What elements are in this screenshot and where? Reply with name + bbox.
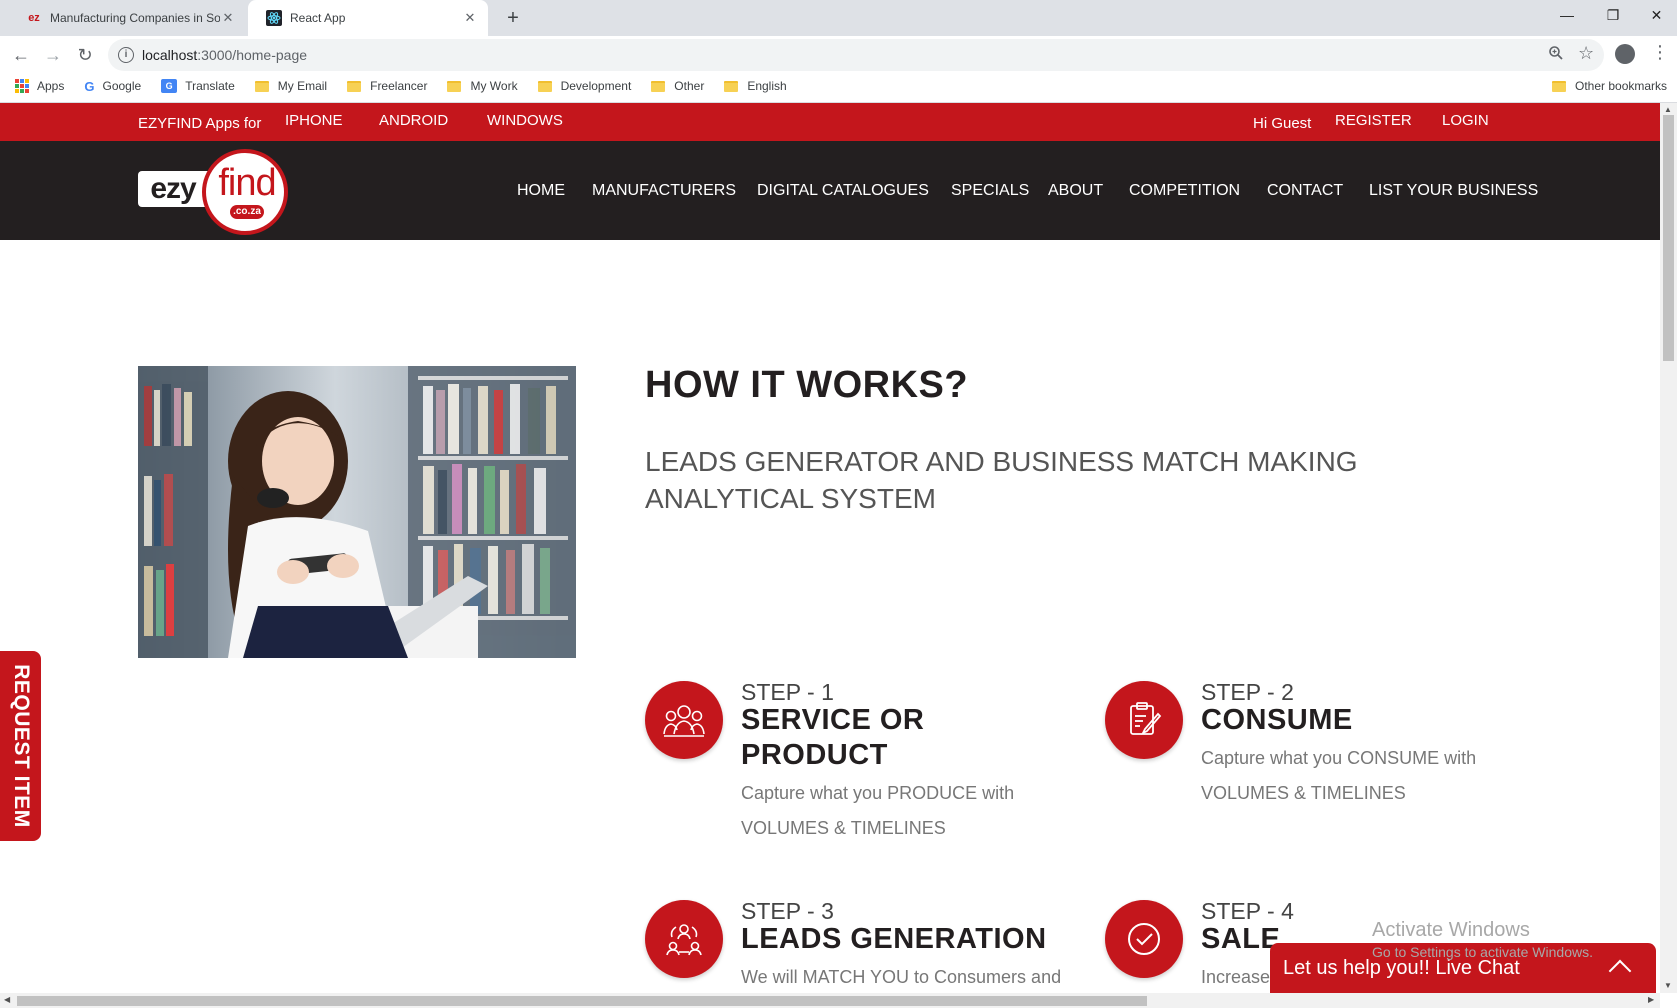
step-title: CONSUME: [1201, 704, 1353, 736]
bookmark-development[interactable]: Development: [537, 79, 631, 93]
browser-tab-manufacturing[interactable]: ez Manufacturing Companies in Sou ✕: [8, 0, 246, 36]
bookmark-my-work[interactable]: My Work: [447, 79, 518, 93]
login-link[interactable]: LOGIN: [1442, 112, 1489, 129]
chevron-up-icon[interactable]: [1608, 959, 1632, 983]
network-people-icon: [645, 900, 723, 978]
site-favicon-icon: ez: [28, 12, 40, 24]
account-avatar-icon[interactable]: [1615, 44, 1635, 64]
horizontal-scrollbar[interactable]: ◀ ▶: [0, 993, 1660, 1008]
nav-home[interactable]: HOME: [517, 182, 565, 200]
forward-arrow-icon[interactable]: →: [38, 40, 68, 70]
step-description: We will MATCH YOU to Consumers and Suppl…: [741, 967, 1062, 987]
bookmark-translate[interactable]: G Translate: [161, 79, 235, 93]
scroll-right-arrow-icon[interactable]: ▶: [1648, 995, 1654, 1004]
scroll-down-arrow-icon[interactable]: ▼: [1664, 981, 1672, 990]
apps-for-label: EZYFIND Apps for: [138, 115, 262, 132]
close-window-button[interactable]: ✕: [1636, 0, 1677, 32]
url-text[interactable]: localhost:3000/home-page: [142, 47, 307, 63]
nav-competition[interactable]: COMPETITION: [1129, 182, 1240, 200]
register-link[interactable]: REGISTER: [1335, 112, 1412, 129]
bookmark-freelancer[interactable]: Freelancer: [347, 79, 427, 93]
react-favicon-icon: [266, 10, 282, 26]
how-it-works-title: HOW IT WORKS?: [645, 364, 969, 406]
step-title: LEADS GENERATION: [741, 923, 1047, 955]
folder-icon: [254, 80, 269, 92]
bookmarks-bar: Apps G Google G Translate My Email Freelan…: [0, 70, 1677, 102]
activate-windows-hint: Go to Settings to activate Windows.: [1372, 944, 1593, 960]
nav-contact[interactable]: CONTACT: [1267, 182, 1343, 200]
ezyfind-logo[interactable]: ezy find .co.za: [138, 149, 294, 235]
request-item-tab[interactable]: REQUEST ITEM: [0, 651, 41, 841]
step-description: Capture what you CONSUME with VOLUMES & …: [1201, 748, 1477, 803]
vertical-scroll-thumb[interactable]: [1663, 115, 1674, 361]
bookmark-google[interactable]: G Google: [84, 79, 141, 94]
logo-ezy-text: ezy: [138, 171, 208, 207]
folder-icon: [651, 80, 666, 92]
folder-icon: [1552, 80, 1566, 92]
windows-link[interactable]: WINDOWS: [487, 112, 563, 129]
step-number: STEP - 2: [1201, 679, 1294, 705]
folder-icon: [537, 80, 552, 92]
minimize-window-button[interactable]: —: [1544, 0, 1590, 32]
how-it-works-section: HOW IT WORKS? LEADS GENERATOR AND BUSINE…: [0, 240, 1660, 993]
back-arrow-icon[interactable]: ←: [6, 40, 36, 70]
main-navbar: ezy find .co.za HOME MANUFACTURERS DIGIT…: [0, 141, 1660, 240]
step-number: STEP - 1: [741, 679, 834, 705]
check-circle-icon: [1105, 900, 1183, 978]
people-group-icon: [645, 681, 723, 759]
activate-windows-title: Activate Windows: [1372, 919, 1530, 941]
iphone-link[interactable]: IPHONE: [285, 112, 343, 129]
bookmark-english[interactable]: English: [724, 79, 787, 93]
close-tab-icon[interactable]: ✕: [462, 10, 478, 26]
restore-window-button[interactable]: ❐: [1590, 0, 1636, 32]
nav-specials[interactable]: SPECIALS: [951, 182, 1029, 200]
how-it-works-subtitle: LEADS GENERATOR AND BUSINESS MATCH MAKIN…: [645, 446, 1358, 514]
browser-toolbar: ← → ↻ i localhost:3000/home-page ☆ ⋮ App…: [0, 36, 1677, 104]
bookmark-apps[interactable]: Apps: [15, 79, 64, 93]
google-icon: G: [84, 78, 95, 94]
logo-coza-text: .co.za: [230, 205, 264, 219]
nav-digital-catalogues[interactable]: DIGITAL CATALOGUES: [757, 182, 929, 200]
site-info-icon[interactable]: i: [118, 47, 134, 63]
edit-document-icon: [1105, 681, 1183, 759]
step-title: SERVICE OR PRODUCT: [741, 704, 925, 771]
bookmark-other[interactable]: Other: [651, 79, 704, 93]
scroll-left-arrow-icon[interactable]: ◀: [4, 995, 10, 1004]
tab-title: React App: [290, 11, 346, 25]
browser-tab-react-app[interactable]: React App ✕: [248, 0, 488, 36]
folder-icon: [347, 80, 362, 92]
reload-icon[interactable]: ↻: [70, 40, 100, 70]
close-tab-icon[interactable]: ✕: [220, 10, 236, 26]
folder-icon: [724, 80, 739, 92]
translate-icon: G: [161, 79, 178, 93]
address-bar[interactable]: i localhost:3000/home-page ☆: [108, 39, 1604, 71]
nav-about[interactable]: ABOUT: [1048, 182, 1103, 200]
browser-tabstrip: ez Manufacturing Companies in Sou ✕ Reac…: [0, 0, 1677, 36]
greeting-text: Hi Guest: [1253, 115, 1312, 132]
scroll-up-arrow-icon[interactable]: ▲: [1664, 105, 1672, 114]
tab-title: Manufacturing Companies in Sou: [50, 11, 220, 25]
nav-list-your-business[interactable]: LIST YOUR BUSINESS: [1369, 182, 1538, 200]
horizontal-scroll-thumb[interactable]: [17, 996, 1147, 1006]
app-topbar: EZYFIND Apps for IPHONE ANDROID WINDOWS …: [0, 103, 1660, 141]
step-number: STEP - 3: [741, 898, 834, 924]
vertical-scrollbar[interactable]: ▲ ▼: [1660, 103, 1677, 993]
bookmark-my-email[interactable]: My Email: [254, 79, 327, 93]
folder-icon: [447, 80, 462, 92]
page-viewport: EZYFIND Apps for IPHONE ANDROID WINDOWS …: [0, 103, 1660, 993]
logo-find-text: find: [218, 162, 276, 204]
bookmark-star-icon[interactable]: ☆: [1578, 43, 1594, 64]
apps-grid-icon: [15, 79, 29, 93]
step-number: STEP - 4: [1201, 898, 1294, 924]
woman-with-phone-image: [138, 366, 576, 658]
new-tab-button[interactable]: +: [500, 5, 526, 31]
step-description: Capture what you PRODUCE with VOLUMES & …: [741, 783, 1015, 838]
request-item-label: REQUEST ITEM: [9, 664, 33, 828]
zoom-icon[interactable]: [1548, 45, 1564, 66]
other-bookmarks[interactable]: Other bookmarks: [1552, 79, 1667, 93]
android-link[interactable]: ANDROID: [379, 112, 448, 129]
nav-manufacturers[interactable]: MANUFACTURERS: [592, 182, 736, 200]
live-chat-label: Let us help you!! Live Chat: [1283, 957, 1520, 979]
chrome-menu-icon[interactable]: ⋮: [1651, 42, 1669, 63]
